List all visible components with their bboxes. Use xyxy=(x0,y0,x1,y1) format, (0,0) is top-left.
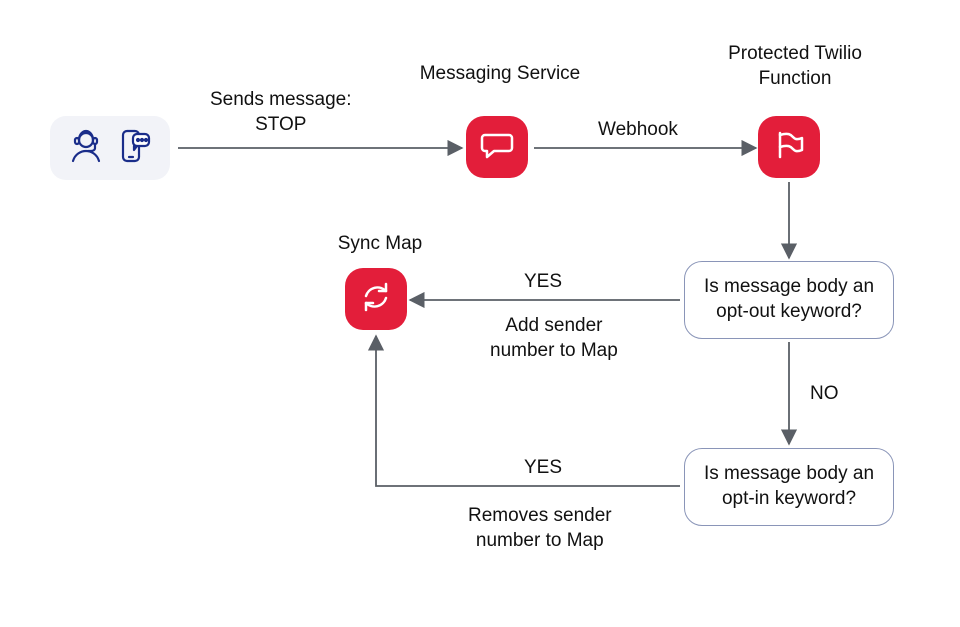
twilio-function-label: Protected Twilio Function xyxy=(710,42,880,91)
edge-no-label: NO xyxy=(810,382,839,407)
edge-messaging-function-label: Webhook xyxy=(598,118,678,143)
sync-map-label: Sync Map xyxy=(330,232,430,257)
person-headset-icon xyxy=(66,126,106,171)
function-flag-icon xyxy=(771,127,807,168)
messaging-service-label: Messaging Service xyxy=(400,62,600,87)
edge-optin-yes-sub: Removes sender number to Map xyxy=(468,504,612,553)
phone-message-icon xyxy=(114,126,154,171)
sync-arrows-icon xyxy=(358,279,394,320)
edge-optout-yes-sub: Add sender number to Map xyxy=(490,314,618,363)
sync-map-node xyxy=(345,268,407,330)
optout-decision-text: Is message body an opt-out keyword? xyxy=(699,275,879,324)
edge-optin-yes-label: YES xyxy=(524,456,562,481)
twilio-function-node xyxy=(758,116,820,178)
user-sender-node xyxy=(50,116,170,180)
optin-decision-text: Is message body an opt-in keyword? xyxy=(699,462,879,511)
messaging-service-node xyxy=(466,116,528,178)
chat-bubble-icon xyxy=(479,127,515,168)
edge-optout-yes-label: YES xyxy=(524,270,562,295)
edge-user-messaging-label: Sends message: STOP xyxy=(210,88,352,137)
optout-decision: Is message body an opt-out keyword? xyxy=(684,261,894,339)
optin-decision: Is message body an opt-in keyword? xyxy=(684,448,894,526)
